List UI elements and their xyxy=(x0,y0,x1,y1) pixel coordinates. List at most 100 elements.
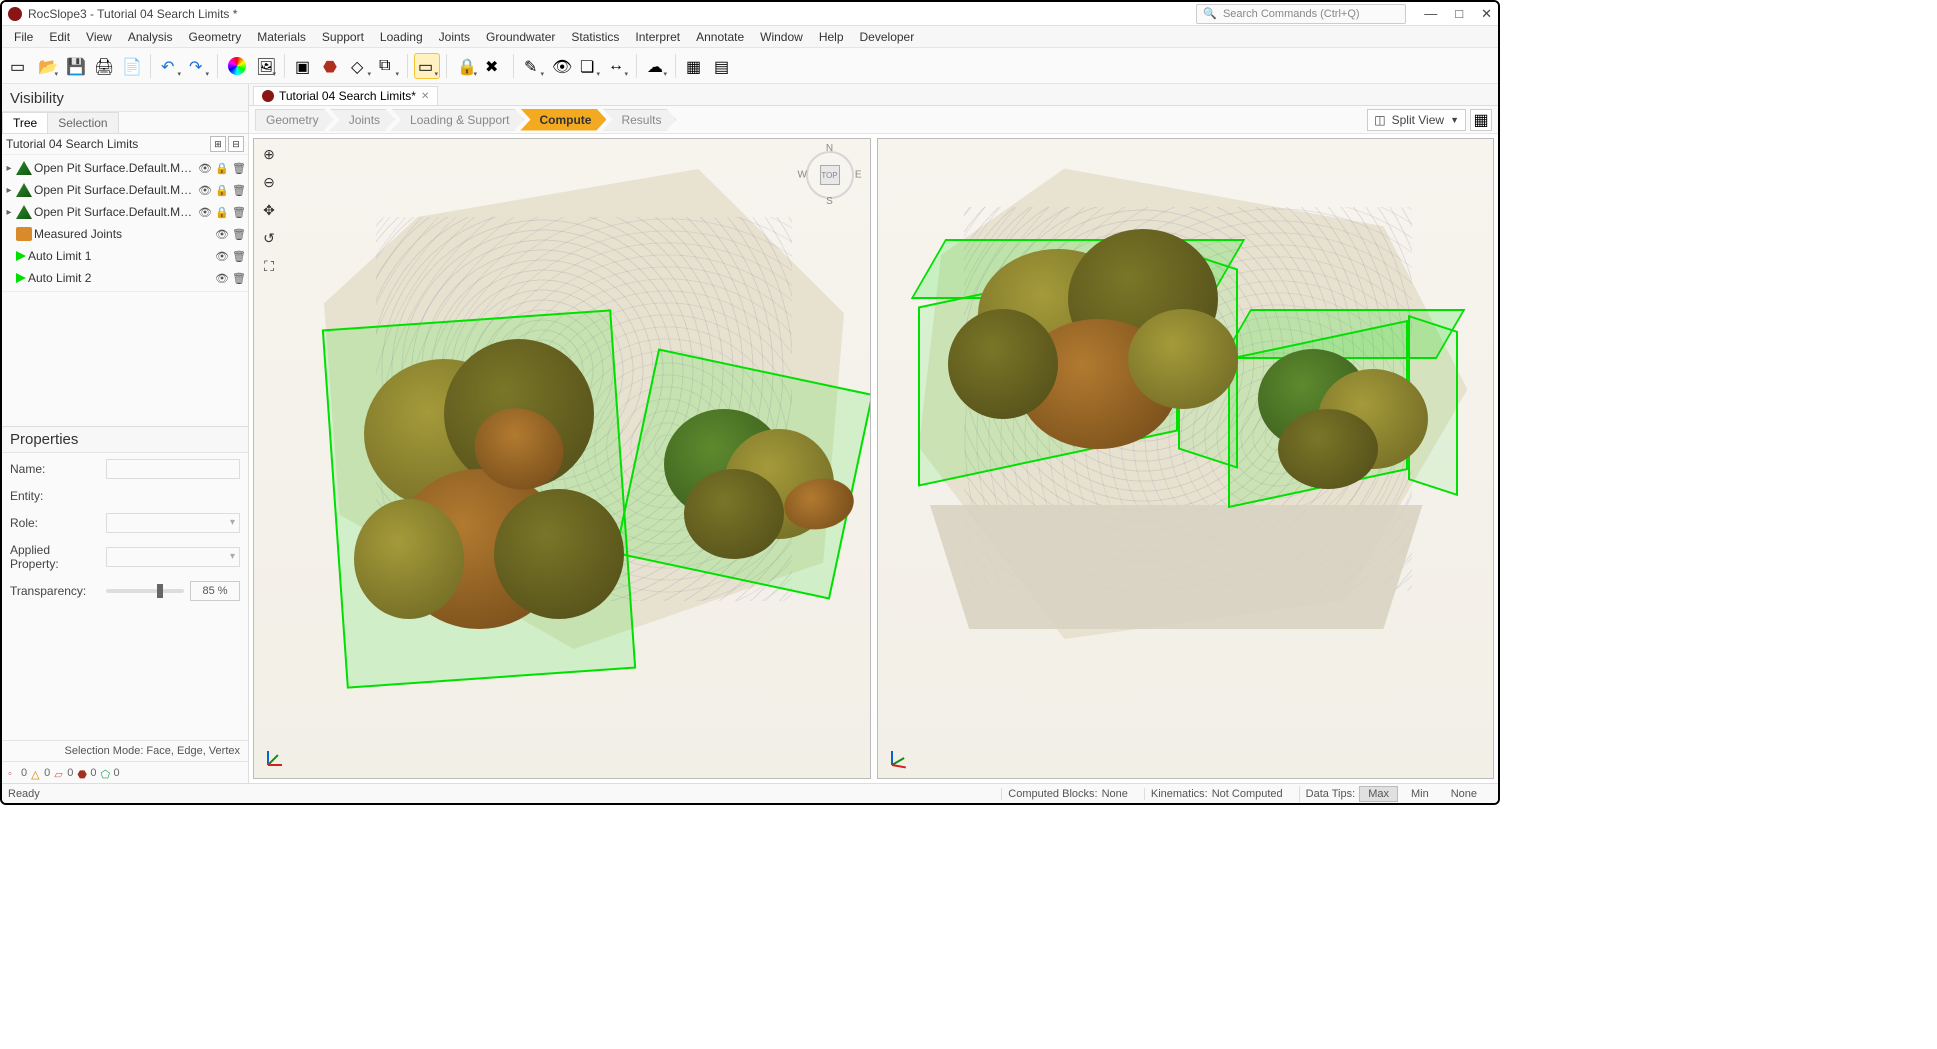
view-settings-button[interactable]: ▦ xyxy=(1470,109,1492,131)
delete-icon[interactable]: 🗑 xyxy=(232,183,246,197)
view-mode-select[interactable]: ◫ Split View ▼ xyxy=(1367,109,1466,131)
workflow-step-loading-support[interactable]: Loading & Support xyxy=(391,109,524,131)
menu-loading[interactable]: Loading xyxy=(372,30,431,44)
save-button[interactable]: 💾 xyxy=(62,53,88,79)
tree-item[interactable]: Auto Limit 1👁🗑 xyxy=(2,245,248,267)
delete-icon[interactable]: 🗑 xyxy=(232,271,246,285)
tab-selection[interactable]: Selection xyxy=(47,112,118,133)
tab-tree[interactable]: Tree xyxy=(2,112,48,133)
prop-name-input[interactable] xyxy=(106,459,240,479)
visibility-toggle-icon[interactable]: 👁 xyxy=(198,161,212,175)
transparency-slider[interactable] xyxy=(106,589,184,593)
transparency-value[interactable]: 85 % xyxy=(190,581,240,601)
tree-item[interactable]: Auto Limit 2👁🗑 xyxy=(2,267,248,289)
workflow-step-joints[interactable]: Joints xyxy=(330,109,395,131)
compass[interactable]: TOP N S E W xyxy=(800,145,860,205)
color-wheel-button[interactable] xyxy=(224,53,250,79)
delete-icon[interactable]: 🗑 xyxy=(232,161,246,175)
workflow-step-results[interactable]: Results xyxy=(602,109,676,131)
delete-icon[interactable]: 🗑 xyxy=(232,205,246,219)
tree-item[interactable]: ▸Open Pit Surface.Default.Mesh_ext👁🔒🗑 xyxy=(2,157,248,179)
expand-icon[interactable]: ▸ xyxy=(4,163,14,174)
prop-applied-select[interactable]: ▾ xyxy=(106,547,240,567)
lock-toggle-icon[interactable]: 🔒 xyxy=(215,183,229,197)
menu-support[interactable]: Support xyxy=(314,30,372,44)
tree-item[interactable]: ▸Open Pit Surface.Default.Mesh_ext👁🔒🗑 xyxy=(2,179,248,201)
menu-help[interactable]: Help xyxy=(811,30,852,44)
doc-tab-close-icon[interactable]: ✕ xyxy=(421,91,429,102)
expand-all-button[interactable]: ⊞ xyxy=(210,136,226,152)
open-file-button[interactable]: 📂 xyxy=(34,53,60,79)
collapse-all-button[interactable]: ⊟ xyxy=(228,136,244,152)
redo-button[interactable]: ↷ xyxy=(185,53,211,79)
menu-developer[interactable]: Developer xyxy=(852,30,923,44)
cube-multi-button[interactable]: ⧉ xyxy=(375,53,401,79)
menu-interpret[interactable]: Interpret xyxy=(627,30,688,44)
menu-materials[interactable]: Materials xyxy=(249,30,314,44)
zoom-out-tool[interactable]: ⊖ xyxy=(258,171,280,193)
menu-view[interactable]: View xyxy=(78,30,120,44)
workflow-step-compute[interactable]: Compute xyxy=(520,109,606,131)
lock-toggle-icon[interactable]: 🔒 xyxy=(215,161,229,175)
menu-analysis[interactable]: Analysis xyxy=(120,30,181,44)
viewport-left[interactable]: ⊕ ⊖ ✥ ↺ ⛶ TOP N S E W xyxy=(253,138,871,779)
delete-icon[interactable]: 🗑 xyxy=(232,227,246,241)
cube-wire-button[interactable]: ◇ xyxy=(347,53,373,79)
search-commands-input[interactable]: 🔍 Search Commands (Ctrl+Q) xyxy=(1196,4,1406,24)
lock-toggle-icon[interactable]: 🔒 xyxy=(215,205,229,219)
menu-annotate[interactable]: Annotate xyxy=(688,30,752,44)
pan-tool[interactable]: ✥ xyxy=(258,199,280,221)
grid2-button[interactable]: ▤ xyxy=(710,53,736,79)
count-item: ◦0 xyxy=(8,767,27,779)
visibility-toggle-icon[interactable]: 👁 xyxy=(215,249,229,263)
lock-x-button[interactable]: ✖ xyxy=(481,53,507,79)
stack-button[interactable]: ❏ xyxy=(576,53,602,79)
select-box-button[interactable]: ▣ xyxy=(291,53,317,79)
prop-role-select[interactable]: ▾ xyxy=(106,513,240,533)
workflow-step-geometry[interactable]: Geometry xyxy=(255,109,334,131)
close-button[interactable]: ✕ xyxy=(1481,6,1492,22)
cloud-button[interactable]: ☁ xyxy=(643,53,669,79)
lock-button[interactable]: 🔒 xyxy=(453,53,479,79)
report-button[interactable]: 📄 xyxy=(118,53,144,79)
menu-edit[interactable]: Edit xyxy=(41,30,78,44)
undo-button[interactable]: ↶ xyxy=(157,53,183,79)
visibility-toggle-icon[interactable]: 👁 xyxy=(215,271,229,285)
zoom-in-tool[interactable]: ⊕ xyxy=(258,143,280,165)
tree-item[interactable]: Measured Joints👁🗑 xyxy=(2,223,248,245)
tree-item[interactable]: ▸Open Pit Surface.Default.Mesh_ext👁🔒🗑 xyxy=(2,201,248,223)
joints-icon xyxy=(16,227,32,241)
data-tips-min-button[interactable]: Min xyxy=(1402,786,1438,802)
menu-geometry[interactable]: Geometry xyxy=(181,30,250,44)
visibility-toggle-icon[interactable]: 👁 xyxy=(198,183,212,197)
minimize-button[interactable]: — xyxy=(1424,6,1437,22)
data-tips-none-button[interactable]: None xyxy=(1442,786,1486,802)
selection-tool-button[interactable]: ▭ xyxy=(414,53,440,79)
visibility-toggle-icon[interactable]: 👁 xyxy=(198,205,212,219)
menu-statistics[interactable]: Statistics xyxy=(563,30,627,44)
new-file-button[interactable]: ▭ xyxy=(6,53,32,79)
menu-file[interactable]: File xyxy=(6,30,41,44)
expand-icon[interactable]: ▸ xyxy=(4,207,14,218)
data-tips-max-button[interactable]: Max xyxy=(1359,786,1398,802)
viewport-right[interactable] xyxy=(877,138,1495,779)
maximize-button[interactable]: □ xyxy=(1455,6,1463,22)
render-mode-button[interactable]: 🖼 xyxy=(252,53,278,79)
eye-button[interactable]: 👁 xyxy=(548,53,574,79)
document-tab[interactable]: Tutorial 04 Search Limits* ✕ xyxy=(253,86,438,105)
print-button[interactable]: 🖨 xyxy=(90,53,116,79)
compass-top[interactable]: TOP xyxy=(820,165,840,185)
wand-button[interactable]: ✎ xyxy=(520,53,546,79)
grid1-button[interactable]: ▦ xyxy=(682,53,708,79)
rotate-tool[interactable]: ↺ xyxy=(258,227,280,249)
menu-groundwater[interactable]: Groundwater xyxy=(478,30,563,44)
menu-window[interactable]: Window xyxy=(752,30,811,44)
delete-icon[interactable]: 🗑 xyxy=(232,249,246,263)
expand-icon[interactable]: ▸ xyxy=(4,185,14,196)
move-button[interactable]: ↔ xyxy=(604,53,630,79)
visibility-toggle-icon[interactable]: 👁 xyxy=(215,227,229,241)
fit-tool[interactable]: ⛶ xyxy=(258,255,280,277)
cube-solid-button[interactable]: ⬣ xyxy=(319,53,345,79)
count-icon: ◦ xyxy=(8,768,18,778)
menu-joints[interactable]: Joints xyxy=(431,30,478,44)
